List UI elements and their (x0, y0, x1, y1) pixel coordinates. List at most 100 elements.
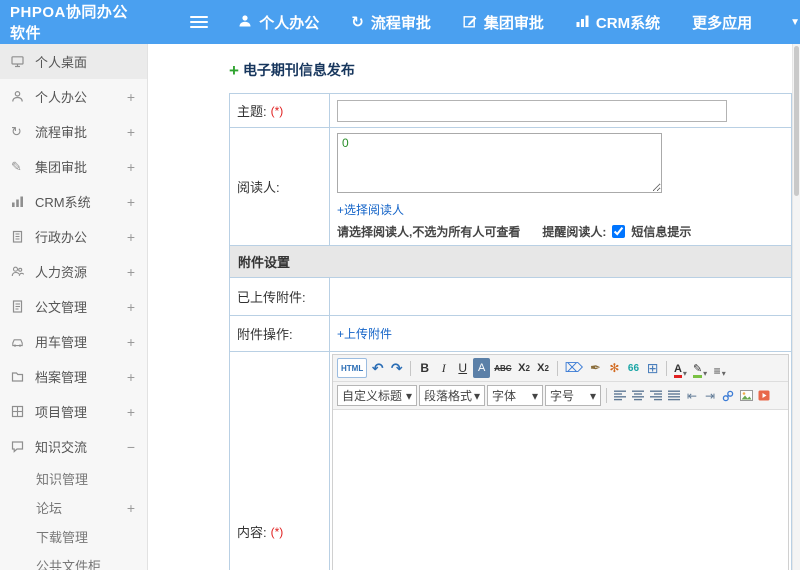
expand-icon[interactable]: + (123, 404, 135, 420)
chevron-down-icon: ▾ (721, 369, 726, 378)
font-select[interactable]: 字体 ▾ (487, 385, 543, 406)
undo-icon[interactable]: ↶ (369, 358, 386, 378)
expand-icon[interactable]: + (123, 159, 135, 175)
align-justify-icon[interactable] (666, 387, 682, 405)
readers-textarea[interactable]: 0 (337, 133, 662, 193)
collapse-icon[interactable]: − (123, 439, 135, 455)
scrollbar-thumb[interactable] (794, 46, 799, 196)
sidebar-item-knowledge-exchange[interactable]: 知识交流 − (0, 429, 147, 464)
upload-attachment-link[interactable]: +上传附件 (337, 325, 392, 342)
sidebar-item-label: 人力资源 (35, 265, 88, 280)
html-source-button[interactable]: HTML (337, 358, 368, 378)
sidebar-subitem-knowledge-mgmt[interactable]: 知识管理 (0, 464, 147, 493)
edit-icon: ✎ (11, 158, 22, 174)
subject-row: 主题: (*) (230, 94, 791, 128)
align-center-icon[interactable] (630, 387, 646, 405)
sidebar-item-admin-office[interactable]: 行政办公 + (0, 219, 147, 254)
indent-icon[interactable]: ⇥ (702, 387, 718, 405)
link-icon[interactable] (720, 387, 736, 405)
sidebar-item-label: 行政办公 (35, 230, 88, 245)
paragraph-select[interactable]: 段落格式 ▾ (419, 385, 485, 406)
readers-hint: 请选择阅读人,不选为所有人可查看 (337, 225, 521, 239)
sidebar-item-personal-desktop[interactable]: 个人桌面 (0, 44, 147, 79)
expand-icon[interactable]: + (123, 369, 135, 385)
sidebar-subitem-download-mgmt[interactable]: 下载管理 (0, 522, 147, 551)
brush-icon[interactable]: ✒ (587, 358, 604, 378)
attachment-operation-label: 附件操作: (230, 316, 330, 351)
heading-select[interactable]: 自定义标题 ▾ (337, 385, 417, 406)
font-color-button[interactable]: A ▾ (672, 358, 689, 378)
attachment-operation-row: 附件操作: +上传附件 (230, 316, 791, 352)
sidebar-item-crm-system[interactable]: CRM系统 + (0, 184, 147, 219)
expand-icon[interactable]: + (123, 334, 135, 350)
align-left-icon[interactable] (612, 387, 628, 405)
sidebar-item-label: 个人办公 (35, 90, 88, 105)
menu-icon[interactable] (189, 13, 212, 31)
image-icon[interactable] (738, 387, 754, 405)
expand-icon[interactable]: + (123, 264, 135, 280)
vertical-scrollbar[interactable] (792, 44, 800, 570)
grid-icon (11, 405, 35, 418)
sidebar-item-document-mgmt[interactable]: 公文管理 + (0, 289, 147, 324)
sidebar-item-project-mgmt[interactable]: 项目管理 + (0, 394, 147, 429)
chevron-down-icon: ▾ (682, 369, 687, 378)
highlight-color-button[interactable]: ✎ ▾ (691, 358, 709, 378)
sidebar-subitem-public-file-cabinet[interactable]: 公共文件柜 (0, 551, 147, 570)
sidebar-item-human-resources[interactable]: 人力资源 + (0, 254, 147, 289)
sidebar-item-archive-mgmt[interactable]: 档案管理 + (0, 359, 147, 394)
expand-icon[interactable]: + (123, 299, 135, 315)
content-row: 内容: (*) HTML ↶ ↷ B I U A ABC X 2 X 2 ⌦ ✒… (230, 352, 791, 570)
subscript-icon[interactable]: X2 (535, 358, 552, 378)
expand-icon[interactable]: + (123, 229, 135, 245)
sidebar-item-personal-office[interactable]: 个人办公 + (0, 79, 147, 114)
chevron-down-icon: ▾ (405, 388, 412, 403)
underline-icon[interactable]: U (454, 358, 471, 378)
sms-notify-checkbox[interactable] (612, 225, 626, 238)
chevron-down-icon[interactable]: ▼ (790, 17, 800, 28)
sidebar-item-vehicle-mgmt[interactable]: 用车管理 + (0, 324, 147, 359)
sidebar-item-label: 项目管理 (35, 405, 88, 420)
remind-readers-label: 提醒阅读人: (542, 225, 607, 239)
blockquote-icon[interactable]: 66 (625, 358, 642, 378)
sidebar-item-group-approval[interactable]: ✎ 集团审批 + (0, 149, 147, 184)
attachment-section-header: 附件设置 (230, 246, 791, 278)
list-style-button[interactable]: ≡ ▾ (711, 358, 728, 378)
media-icon[interactable] (756, 387, 772, 405)
nav-group-approval[interactable]: 集团审批 (463, 12, 544, 33)
strikethrough-icon[interactable]: ABC (492, 358, 513, 378)
select-readers-link[interactable]: +选择阅读人 (337, 201, 404, 218)
edit-icon (463, 14, 477, 31)
align-right-icon[interactable] (648, 387, 664, 405)
sidebar-item-label: 档案管理 (35, 370, 88, 385)
sidebar-subitem-forum[interactable]: 论坛 + (0, 493, 147, 522)
eraser-icon[interactable]: ⌦ (563, 358, 585, 378)
remove-format-icon[interactable]: A (473, 358, 491, 378)
sidebar-subitem-label: 公共文件柜 (36, 559, 102, 570)
nav-label: CRM系统 (595, 14, 661, 32)
nav-personal-office[interactable]: 个人办公 (238, 12, 319, 33)
uploaded-attachments-row: 已上传附件: (230, 278, 791, 316)
sidebar-item-label: 知识交流 (35, 440, 88, 455)
format-paint-icon[interactable]: ✻ (606, 358, 623, 378)
chevron-down-icon: ▾ (473, 388, 480, 403)
redo-icon[interactable]: ↷ (388, 358, 405, 378)
subject-input[interactable] (337, 99, 727, 122)
nav-crm-system[interactable]: CRM系统 (576, 12, 660, 33)
uploaded-attachments-label: 已上传附件: (230, 278, 330, 315)
outdent-icon[interactable]: ⇤ (684, 387, 700, 405)
expand-icon[interactable]: + (123, 124, 135, 140)
italic-icon[interactable]: I (435, 358, 452, 378)
superscript-icon[interactable]: X2 (516, 358, 533, 378)
size-select[interactable]: 字号 ▾ (545, 385, 601, 406)
bold-icon[interactable]: B (416, 358, 433, 378)
chart-icon (11, 195, 35, 208)
table-icon[interactable]: ⊞ (644, 358, 661, 378)
expand-icon[interactable]: + (123, 89, 135, 105)
sidebar-item-label: 集团审批 (35, 160, 88, 175)
nav-more-apps[interactable]: 更多应用 (692, 12, 752, 33)
editor-content-area[interactable] (333, 410, 788, 570)
expand-icon[interactable]: + (123, 500, 135, 516)
nav-process-approval[interactable]: ↻ 流程审批 (351, 12, 431, 33)
expand-icon[interactable]: + (123, 194, 135, 210)
sidebar-item-process-approval[interactable]: ↻ 流程审批 + (0, 114, 147, 149)
